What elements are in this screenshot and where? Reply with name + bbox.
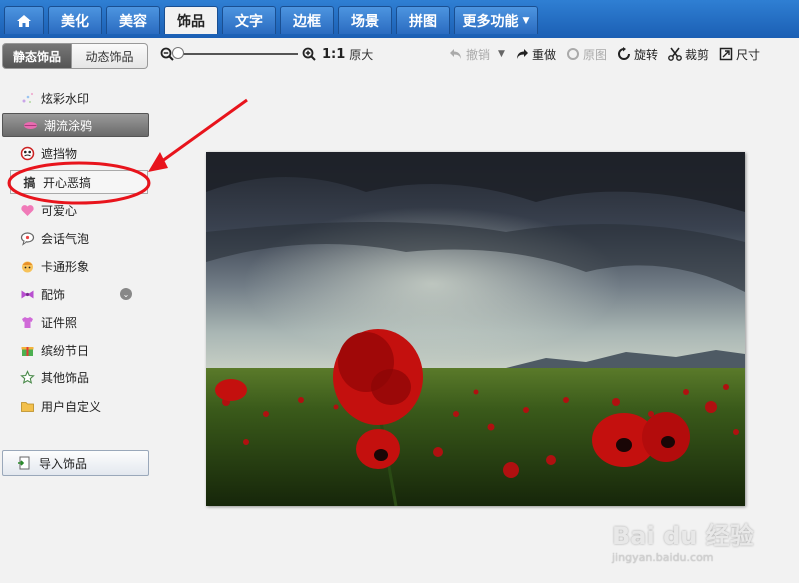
tab-collage[interactable]: 拼图: [396, 6, 450, 34]
original-size-label[interactable]: 原大: [349, 46, 373, 63]
accessory-type-tabs: 静态饰品 动态饰品: [2, 43, 148, 69]
circle-icon: [566, 48, 579, 60]
rotate-label: 旋转: [633, 47, 658, 62]
folder-icon: [20, 399, 35, 414]
sidebar-item-trendy-graffiti[interactable]: 潮流涂鸦: [2, 113, 149, 137]
chevron-down-icon: ▼: [498, 49, 505, 59]
tab-label: 美容: [119, 13, 147, 30]
poppy-flower: [592, 412, 690, 467]
rotate-icon: [618, 47, 630, 60]
tab-dynamic-accessories[interactable]: 动态饰品: [72, 43, 148, 69]
tab-label: 更多功能: [462, 13, 519, 30]
import-accessory-label: 导入饰品: [39, 456, 88, 471]
sidebar-item-label: 潮流涂鸦: [44, 118, 93, 133]
sidebar-item-festival[interactable]: 缤纷节日: [0, 338, 150, 362]
tab-more-features[interactable]: 更多功能 ▼: [454, 6, 538, 34]
sidebar-item-label: 开心恶搞: [43, 175, 92, 190]
gift-icon: [20, 343, 35, 358]
speech-bubble-icon: [20, 231, 35, 246]
gao-char-icon: 搞: [23, 175, 36, 190]
tab-makeup[interactable]: 美容: [106, 6, 160, 34]
sidebar-item-label: 证件照: [41, 315, 78, 330]
tab-label: 美化: [61, 13, 89, 30]
bow-icon: [20, 287, 35, 302]
tab-accessories[interactable]: 饰品: [164, 6, 218, 34]
lips-icon: [23, 118, 38, 133]
sidebar-item-label: 用户自定义: [41, 399, 102, 414]
redo-label: 重做: [531, 47, 556, 62]
sidebar-item-label: 会话气泡: [41, 231, 90, 246]
redo-icon: [516, 49, 528, 59]
undo-history-dropdown[interactable]: ▼: [498, 49, 505, 59]
original-image-label: 原图: [582, 47, 607, 62]
photo-canvas[interactable]: [206, 152, 745, 506]
home-icon: [17, 14, 31, 27]
undo-icon: [450, 49, 461, 59]
sidebar-item-label: 缤纷节日: [41, 343, 90, 358]
shirt-icon: [20, 315, 35, 330]
crop-label: 裁剪: [684, 47, 709, 62]
tab-text[interactable]: 文字: [222, 6, 276, 34]
sidebar-item-other[interactable]: 其他饰品: [0, 365, 150, 389]
dropdown-caret-icon: ▼: [522, 15, 530, 26]
scissors-icon: [668, 47, 682, 61]
rotate-button[interactable]: 旋转: [617, 46, 658, 63]
sidebar-item-cartoon-character[interactable]: 卡通形象: [0, 254, 150, 278]
tab-label: 场景: [351, 13, 379, 30]
tab-static-accessories[interactable]: 静态饰品: [2, 43, 72, 69]
sparkle-icon: [20, 91, 35, 106]
tab-label: 边框: [293, 13, 321, 30]
zoom-slider-handle[interactable]: [172, 47, 184, 59]
tab-border[interactable]: 边框: [280, 6, 334, 34]
sidebar-item-label: 遮挡物: [41, 146, 78, 161]
zoom-in-icon[interactable]: [302, 47, 316, 61]
sidebar-item-label: 卡通形象: [41, 259, 90, 274]
sidebar-item-accessories[interactable]: 配饰 ⌄: [0, 282, 150, 306]
actual-size-button[interactable]: 1:1: [322, 47, 345, 62]
main-tabs: 美化 美容 饰品 文字 边框 场景 拼图 更多功能 ▼: [4, 6, 538, 34]
star-outline-icon: [20, 369, 35, 385]
undo-button[interactable]: 撤销: [449, 46, 490, 63]
tab-beautify[interactable]: 美化: [48, 6, 102, 34]
sidebar-item-colorful-watermark[interactable]: 炫彩水印: [0, 86, 150, 110]
redo-button[interactable]: 重做: [515, 46, 556, 63]
tab-home[interactable]: [4, 6, 44, 34]
sidebar-item-user-custom[interactable]: 用户自定义: [0, 394, 150, 418]
zoom-controls: 1:1 原大: [160, 44, 373, 64]
sidebar-item-label: 炫彩水印: [41, 91, 90, 106]
sidebar-item-label: 其他饰品: [41, 370, 90, 385]
crop-button[interactable]: 裁剪: [668, 46, 709, 63]
import-icon: [18, 456, 30, 470]
edit-toolbar: 撤销 ▼ 重做 原图 旋转 裁剪 尺寸: [449, 44, 760, 64]
resize-button[interactable]: 尺寸: [719, 46, 760, 63]
zoom-slider[interactable]: [172, 47, 298, 59]
tab-label: 文字: [235, 13, 263, 30]
cartoon-face-icon: [20, 259, 35, 274]
watermark-logo: Bai du 经验: [612, 522, 754, 550]
sidebar-item-funny-spoof[interactable]: 搞 开心恶搞: [10, 170, 148, 194]
original-image-button[interactable]: 原图: [566, 46, 607, 63]
poppy-flower: [356, 429, 400, 469]
watermark-url: jingyan.baidu.com: [612, 551, 714, 564]
baidu-jingyan-watermark: Bai du 经验 jingyan.baidu.com: [612, 516, 772, 576]
annotation-arrowhead: [148, 152, 168, 172]
resize-label: 尺寸: [736, 47, 761, 62]
poppy-flower: [215, 379, 247, 401]
mask-icon: [20, 146, 35, 161]
resize-icon: [719, 47, 733, 61]
sidebar-item-speech-bubble[interactable]: 会话气泡: [0, 226, 150, 250]
tab-scene[interactable]: 场景: [338, 6, 392, 34]
expand-chevron-icon[interactable]: ⌄: [120, 288, 132, 300]
import-accessory-button[interactable]: 导入饰品: [2, 450, 149, 476]
sidebar-item-id-photo[interactable]: 证件照: [0, 310, 150, 334]
top-navigation-bar: 美化 美容 饰品 文字 边框 场景 拼图 更多功能 ▼: [0, 0, 799, 38]
sidebar-item-label: 配饰: [41, 287, 66, 302]
tab-label: 拼图: [409, 13, 437, 30]
heart-icon: [20, 203, 35, 218]
tab-label: 饰品: [177, 13, 205, 30]
undo-label: 撤销: [466, 47, 491, 62]
sidebar-item-cute-heart[interactable]: 可爱心: [0, 198, 150, 222]
sidebar-item-label: 可爱心: [41, 203, 78, 218]
sidebar-item-cover-object[interactable]: 遮挡物: [0, 141, 150, 165]
